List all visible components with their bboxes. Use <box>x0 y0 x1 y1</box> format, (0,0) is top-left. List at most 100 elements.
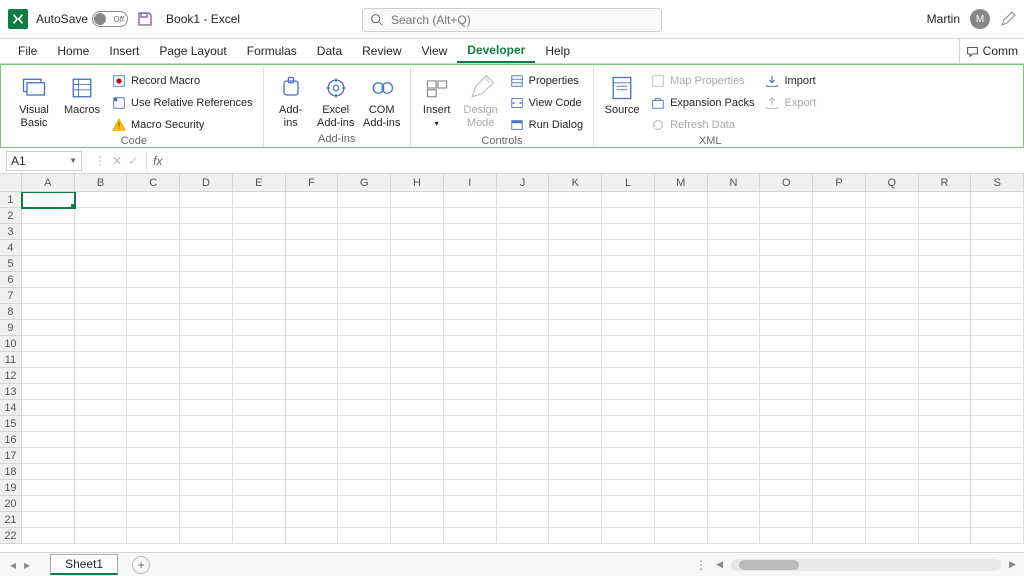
row-header[interactable]: 20 <box>0 496 22 512</box>
cell[interactable] <box>866 496 919 512</box>
cell[interactable] <box>444 464 497 480</box>
cell[interactable] <box>760 432 813 448</box>
tab-page-layout[interactable]: Page Layout <box>149 39 236 63</box>
cell[interactable] <box>760 272 813 288</box>
cell[interactable] <box>760 400 813 416</box>
cell[interactable] <box>760 192 813 208</box>
tab-file[interactable]: File <box>8 39 47 63</box>
cell[interactable] <box>813 448 866 464</box>
cell[interactable] <box>127 480 180 496</box>
cell[interactable] <box>233 464 286 480</box>
cell[interactable] <box>866 192 919 208</box>
cell[interactable] <box>22 400 75 416</box>
cell[interactable] <box>919 512 972 528</box>
design-mode-button[interactable]: Design Mode <box>459 70 503 131</box>
cancel-formula-icon[interactable]: ✕ <box>112 154 122 168</box>
tab-review[interactable]: Review <box>352 39 411 63</box>
cell[interactable] <box>75 480 128 496</box>
cell[interactable] <box>180 384 233 400</box>
cell[interactable] <box>233 240 286 256</box>
view-code-button[interactable]: View Code <box>505 92 587 113</box>
cell[interactable] <box>760 528 813 544</box>
cell[interactable] <box>75 400 128 416</box>
cell[interactable] <box>708 512 761 528</box>
column-header[interactable]: E <box>233 174 286 192</box>
record-macro-button[interactable]: Record Macro <box>107 70 257 91</box>
cell[interactable] <box>602 208 655 224</box>
cell[interactable] <box>866 464 919 480</box>
cell[interactable] <box>549 448 602 464</box>
cell[interactable] <box>760 512 813 528</box>
cell[interactable] <box>497 496 550 512</box>
cell[interactable] <box>391 448 444 464</box>
cell[interactable] <box>75 256 128 272</box>
cell[interactable] <box>708 288 761 304</box>
cell[interactable] <box>549 480 602 496</box>
cell[interactable] <box>127 240 180 256</box>
cell[interactable] <box>75 320 128 336</box>
cell[interactable] <box>127 432 180 448</box>
cell[interactable] <box>338 432 391 448</box>
cell[interactable] <box>75 448 128 464</box>
cell[interactable] <box>22 448 75 464</box>
cell[interactable] <box>549 192 602 208</box>
cell[interactable] <box>22 528 75 544</box>
cell[interactable] <box>180 224 233 240</box>
cell[interactable] <box>497 416 550 432</box>
cell[interactable] <box>286 288 339 304</box>
cell[interactable] <box>180 464 233 480</box>
cell[interactable] <box>971 224 1024 240</box>
cell[interactable] <box>866 480 919 496</box>
cell[interactable] <box>233 320 286 336</box>
cell[interactable] <box>497 208 550 224</box>
accept-formula-icon[interactable]: ✓ <box>128 154 138 168</box>
cell[interactable] <box>549 240 602 256</box>
cell[interactable] <box>338 352 391 368</box>
cell[interactable] <box>497 320 550 336</box>
cell[interactable] <box>919 496 972 512</box>
cell[interactable] <box>391 496 444 512</box>
cell[interactable] <box>22 496 75 512</box>
autosave-toggle[interactable]: Off <box>92 11 128 27</box>
column-header[interactable]: F <box>286 174 339 192</box>
macros-button[interactable]: Macros <box>59 70 105 119</box>
cell[interactable] <box>127 192 180 208</box>
row-header[interactable]: 21 <box>0 512 22 528</box>
cell[interactable] <box>180 416 233 432</box>
next-sheet-icon[interactable]: ▸ <box>24 558 30 572</box>
scroll-right-icon[interactable]: ▶ <box>1009 559 1016 570</box>
cell[interactable] <box>338 288 391 304</box>
cell[interactable] <box>655 192 708 208</box>
cell[interactable] <box>760 208 813 224</box>
cell[interactable] <box>391 304 444 320</box>
insert-control-button[interactable]: Insert▾ <box>417 70 457 131</box>
cell[interactable] <box>549 208 602 224</box>
cell[interactable] <box>286 400 339 416</box>
row-header[interactable]: 19 <box>0 480 22 496</box>
cell[interactable] <box>233 512 286 528</box>
cell[interactable] <box>549 224 602 240</box>
cell[interactable] <box>813 400 866 416</box>
cell[interactable] <box>813 416 866 432</box>
cell[interactable] <box>655 416 708 432</box>
cell[interactable] <box>233 224 286 240</box>
cell[interactable] <box>75 208 128 224</box>
cell[interactable] <box>75 192 128 208</box>
cell[interactable] <box>708 208 761 224</box>
row-header[interactable]: 14 <box>0 400 22 416</box>
cell[interactable] <box>180 400 233 416</box>
cell[interactable] <box>813 288 866 304</box>
cell[interactable] <box>919 192 972 208</box>
cell[interactable] <box>233 384 286 400</box>
cell[interactable] <box>127 272 180 288</box>
cell[interactable] <box>971 416 1024 432</box>
cell[interactable] <box>813 352 866 368</box>
cell[interactable] <box>760 256 813 272</box>
column-header[interactable]: K <box>549 174 602 192</box>
cell[interactable] <box>813 432 866 448</box>
cell[interactable] <box>286 320 339 336</box>
cell[interactable] <box>655 320 708 336</box>
cell[interactable] <box>813 240 866 256</box>
dots-icon[interactable]: ⋮ <box>94 154 106 168</box>
cell[interactable] <box>286 352 339 368</box>
